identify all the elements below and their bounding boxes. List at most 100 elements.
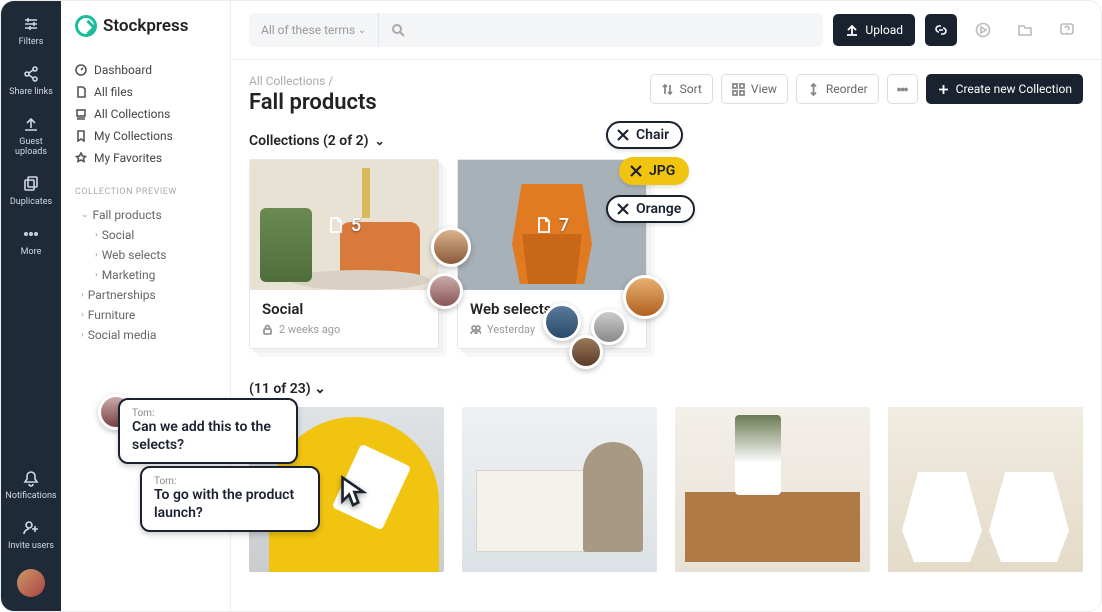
file-thumbnail[interactable] bbox=[675, 407, 870, 572]
file-icon bbox=[75, 86, 87, 98]
rail-notifications[interactable]: Notifications bbox=[5, 469, 56, 501]
files-grid bbox=[249, 407, 1083, 572]
nav-favorites[interactable]: My Favorites bbox=[71, 147, 220, 169]
link-icon bbox=[933, 22, 949, 38]
comment-author: Tom: bbox=[154, 476, 306, 487]
tree-social[interactable]: ›Social bbox=[71, 225, 220, 245]
create-collection-button[interactable]: Create new Collection bbox=[926, 74, 1083, 104]
chevron-down-icon: ⌄ bbox=[375, 134, 385, 148]
nav-all-collections[interactable]: All Collections bbox=[71, 103, 220, 125]
gauge-icon bbox=[75, 64, 87, 76]
plus-icon bbox=[937, 83, 950, 96]
search-terms-dropdown[interactable]: All of these terms ⌄ bbox=[249, 13, 379, 47]
reorder-icon bbox=[807, 83, 820, 96]
copy-icon bbox=[22, 175, 40, 193]
collaborator-avatar[interactable] bbox=[569, 335, 603, 369]
more-actions-button[interactable] bbox=[887, 74, 918, 104]
chevron-right-icon: › bbox=[95, 230, 98, 240]
page-actions: Sort View Reorder Create new Collection bbox=[650, 74, 1083, 104]
file-thumbnail[interactable] bbox=[888, 407, 1083, 572]
file-icon bbox=[535, 216, 553, 234]
rail-filters[interactable]: Filters bbox=[19, 15, 44, 47]
topbar: All of these terms ⌄ Upload bbox=[231, 1, 1101, 60]
page-header: All Collections / Fall products Sort Vie… bbox=[231, 60, 1101, 115]
chevron-right-icon: › bbox=[81, 310, 84, 320]
sort-button[interactable]: Sort bbox=[650, 74, 713, 104]
collection-title: Social bbox=[262, 300, 426, 318]
sliders-icon bbox=[22, 15, 40, 33]
rail-invite[interactable]: Invite users bbox=[8, 519, 54, 551]
close-icon[interactable] bbox=[629, 164, 643, 178]
folder-icon bbox=[1017, 22, 1033, 38]
chevron-right-icon: › bbox=[81, 330, 84, 340]
comment-text: Can we add this to the selects? bbox=[132, 419, 284, 454]
dots-icon bbox=[896, 83, 909, 96]
nav-my-collections[interactable]: My Collections bbox=[71, 125, 220, 147]
rail-guest-uploads[interactable]: Guest uploads bbox=[15, 115, 47, 157]
collaborator-avatar[interactable] bbox=[427, 273, 463, 309]
search-bar: All of these terms ⌄ bbox=[249, 13, 823, 47]
file-icon bbox=[327, 216, 345, 234]
collaborator-avatar[interactable] bbox=[431, 227, 471, 267]
search-icon bbox=[391, 23, 405, 37]
chevron-right-icon: › bbox=[81, 290, 84, 300]
sort-icon bbox=[661, 83, 674, 96]
tree-partnerships[interactable]: ›Partnerships bbox=[71, 285, 220, 305]
upload-icon bbox=[845, 23, 859, 37]
content-area: Collections (2 of 2) ⌄ 5 Social bbox=[231, 115, 1101, 611]
rail-more[interactable]: More bbox=[21, 225, 42, 257]
view-button[interactable]: View bbox=[721, 74, 788, 104]
link-button[interactable] bbox=[925, 14, 957, 46]
chevron-right-icon: › bbox=[95, 250, 98, 260]
comment-bubble[interactable]: Tom: To go with the product launch? bbox=[140, 466, 320, 532]
help-button[interactable] bbox=[1051, 14, 1083, 46]
filter-tag-jpg[interactable]: JPG bbox=[619, 157, 689, 185]
chevron-down-icon: ⌄ bbox=[81, 210, 89, 220]
upload-button[interactable]: Upload bbox=[833, 14, 915, 46]
user-plus-icon bbox=[22, 519, 40, 537]
lock-icon bbox=[262, 324, 273, 335]
filter-tag-orange[interactable]: Orange bbox=[606, 195, 695, 223]
brand-logo[interactable]: Stockpress bbox=[71, 15, 220, 37]
dots-icon bbox=[22, 225, 40, 243]
folder-button[interactable] bbox=[1009, 14, 1041, 46]
collection-count: 7 bbox=[535, 215, 569, 236]
tree-social-media[interactable]: ›Social media bbox=[71, 325, 220, 345]
nav-all-files[interactable]: All files bbox=[71, 81, 220, 103]
help-icon bbox=[1059, 22, 1075, 38]
page-title: Fall products bbox=[249, 90, 377, 115]
stack-icon bbox=[75, 108, 87, 120]
comment-text: To go with the product launch? bbox=[154, 487, 306, 522]
collection-card-social[interactable]: 5 Social 2 weeks ago bbox=[249, 159, 439, 349]
files-heading[interactable]: (11 of 23) ⌄ bbox=[249, 381, 1083, 397]
chevron-down-icon: ⌄ bbox=[358, 25, 366, 36]
filter-tag-chair[interactable]: Chair bbox=[606, 121, 683, 149]
bookmark-icon bbox=[75, 130, 87, 142]
chevron-right-icon: › bbox=[95, 270, 98, 280]
search-input[interactable] bbox=[379, 23, 823, 37]
reorder-button[interactable]: Reorder bbox=[796, 74, 879, 104]
play-button[interactable] bbox=[967, 14, 999, 46]
rail-share[interactable]: Share links bbox=[9, 65, 53, 97]
tree-furniture[interactable]: ›Furniture bbox=[71, 305, 220, 325]
close-icon[interactable] bbox=[616, 202, 630, 216]
collaborator-avatar[interactable] bbox=[543, 303, 581, 341]
collaborator-avatar[interactable] bbox=[623, 275, 667, 319]
play-circle-icon bbox=[975, 22, 991, 38]
rail-duplicates[interactable]: Duplicates bbox=[10, 175, 52, 207]
tree-web-selects[interactable]: ›Web selects bbox=[71, 245, 220, 265]
nav-dashboard[interactable]: Dashboard bbox=[71, 59, 220, 81]
comment-author: Tom: bbox=[132, 408, 284, 419]
bell-icon bbox=[22, 469, 40, 487]
tree-fall-products[interactable]: ⌄Fall products bbox=[71, 205, 220, 225]
left-rail: Filters Share links Guest uploads Duplic… bbox=[1, 1, 61, 611]
current-user-avatar[interactable] bbox=[17, 569, 45, 597]
main-area: All of these terms ⌄ Upload bbox=[231, 1, 1101, 611]
close-icon[interactable] bbox=[616, 128, 630, 142]
chevron-down-icon: ⌄ bbox=[314, 381, 326, 397]
file-thumbnail[interactable] bbox=[462, 407, 657, 572]
cursor-icon bbox=[339, 475, 367, 509]
tree-marketing[interactable]: ›Marketing bbox=[71, 265, 220, 285]
comment-bubble[interactable]: Tom: Can we add this to the selects? bbox=[118, 398, 298, 464]
breadcrumb[interactable]: All Collections / bbox=[249, 74, 377, 88]
